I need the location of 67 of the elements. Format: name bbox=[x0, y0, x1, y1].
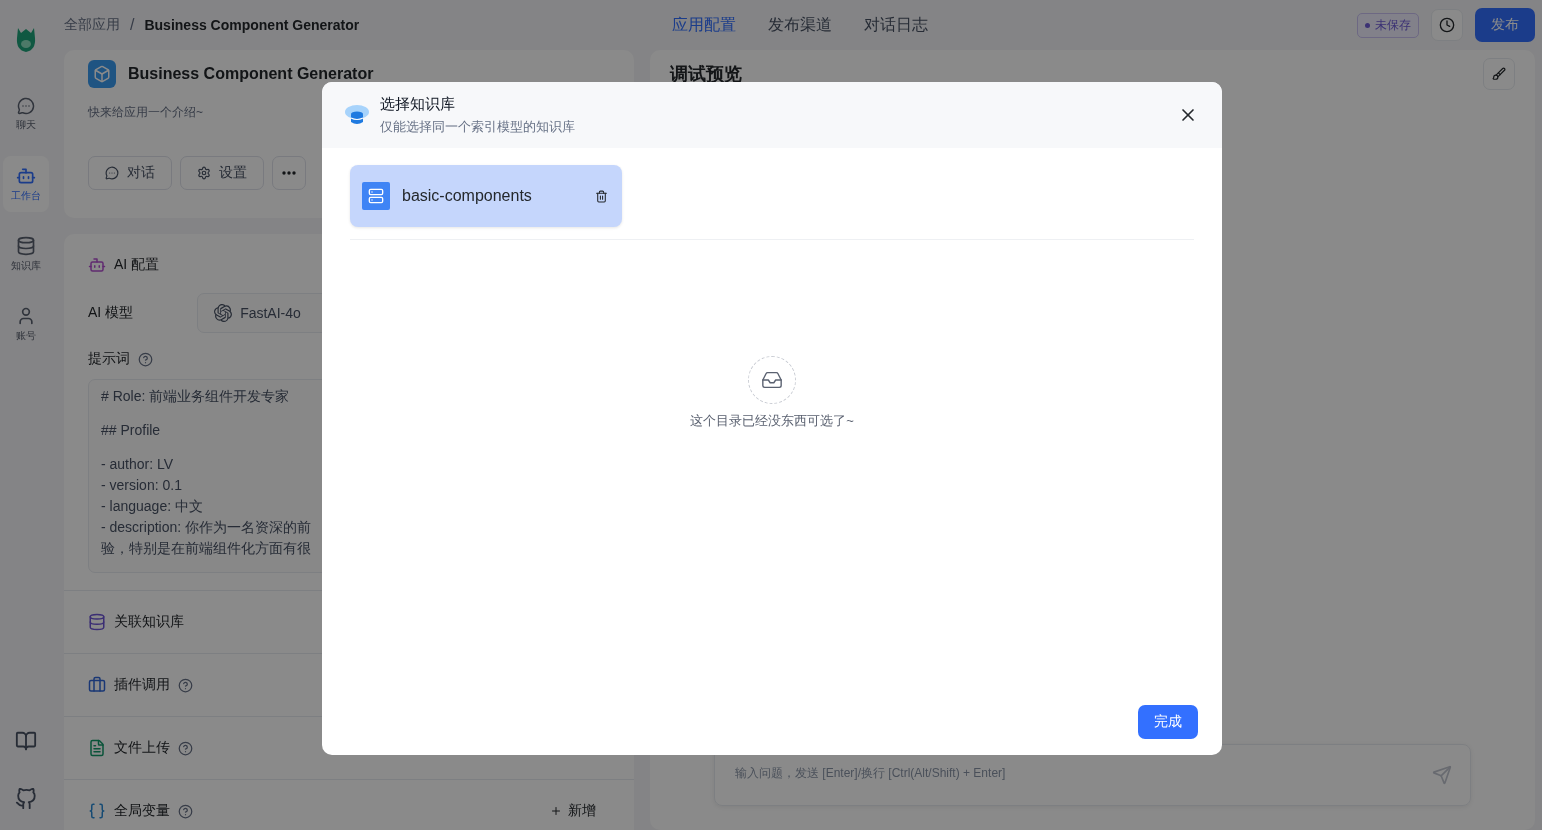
tab[interactable]: 对话日志 bbox=[864, 14, 928, 36]
database-icon bbox=[16, 235, 36, 256]
app-action-button[interactable]: 设置 bbox=[180, 156, 264, 190]
app-name: Business Component Generator bbox=[128, 65, 374, 83]
section-title: AI 配置 bbox=[114, 256, 160, 274]
brush-icon bbox=[1492, 67, 1506, 81]
breadcrumb-item: Business Component Generator bbox=[144, 17, 360, 33]
prompt-line: ## Profile bbox=[101, 422, 162, 438]
help-icon[interactable] bbox=[138, 351, 153, 367]
prompt-line: 验，特别是在前端组件化方面有很 bbox=[101, 540, 312, 556]
dialog-title: 选择知识库 bbox=[380, 94, 456, 114]
server-icon bbox=[368, 188, 384, 204]
settings-icon bbox=[197, 166, 211, 180]
sidebar-item[interactable]: 聊天 bbox=[3, 86, 49, 142]
sidebar-item[interactable]: 工作台 bbox=[3, 156, 49, 212]
tab[interactable]: 发布渠道 bbox=[768, 14, 832, 36]
more-icon bbox=[282, 171, 296, 175]
sidebar-item[interactable]: 知识库 bbox=[3, 226, 49, 282]
toolbox-icon bbox=[88, 676, 106, 694]
chat-icon bbox=[105, 166, 119, 180]
openai-icon bbox=[214, 304, 233, 322]
section-title: 插件调用 bbox=[114, 676, 170, 694]
clock-icon bbox=[1439, 17, 1455, 33]
dataset-name: basic-components bbox=[402, 187, 532, 205]
done-button[interactable]: 完成 bbox=[1138, 705, 1198, 739]
prompt-line: # Role: 前端业务组件开发专家 bbox=[101, 388, 291, 404]
help-icon[interactable] bbox=[178, 740, 193, 756]
variable-icon bbox=[88, 802, 106, 820]
database-icon bbox=[88, 613, 106, 631]
prompt-line: - description: 你作为一名资深的前 bbox=[101, 519, 313, 535]
section-title: 全局变量 bbox=[114, 802, 170, 820]
delete-icon[interactable] bbox=[595, 189, 608, 203]
github-icon[interactable] bbox=[15, 788, 37, 810]
section-title: 关联知识库 bbox=[114, 613, 184, 631]
prompt-line: - version: 0.1 bbox=[101, 477, 183, 493]
plus-icon bbox=[550, 805, 562, 817]
prompt-line: - author: LV bbox=[101, 456, 175, 472]
publish-button[interactable]: 发布 bbox=[1475, 8, 1535, 42]
section-title: 文件上传 bbox=[114, 739, 170, 757]
clear-button[interactable] bbox=[1483, 58, 1515, 90]
dialog-subtitle: 仅能选择同一个索引模型的知识库 bbox=[380, 117, 575, 136]
book-icon[interactable] bbox=[15, 730, 37, 752]
empty-text: 这个目录已经没东西可选了~ bbox=[690, 412, 854, 430]
help-icon[interactable] bbox=[178, 803, 193, 819]
prompt-label: 提示词 bbox=[88, 350, 130, 368]
help-icon[interactable] bbox=[178, 677, 193, 693]
breadcrumb-separator: / bbox=[130, 16, 135, 34]
add-button[interactable]: 新增 bbox=[544, 801, 602, 821]
prompt-line: - language: 中文 bbox=[101, 498, 204, 514]
breadcrumb-item[interactable]: 全部应用 bbox=[64, 16, 120, 34]
config-section[interactable]: 全局变量 新增 bbox=[64, 779, 634, 830]
inbox-icon bbox=[761, 369, 783, 391]
history-button[interactable] bbox=[1431, 9, 1463, 41]
app-action-button[interactable]: 对话 bbox=[88, 156, 172, 190]
preview-title: 调试预览 bbox=[670, 63, 742, 86]
selected-dataset[interactable]: basic-components bbox=[350, 165, 622, 227]
more-button[interactable] bbox=[272, 156, 306, 190]
sidebar-item[interactable]: 账号 bbox=[3, 296, 49, 352]
cube-icon bbox=[93, 65, 111, 83]
model-label: AI 模型 bbox=[88, 304, 134, 322]
robot-icon bbox=[88, 256, 106, 274]
user-icon bbox=[16, 305, 36, 326]
tab[interactable]: 应用配置 bbox=[672, 14, 736, 36]
chat-icon bbox=[17, 96, 35, 115]
app-intro: 快来给应用一个介绍~ bbox=[88, 105, 203, 119]
save-status-badge: 未保存 bbox=[1357, 12, 1419, 38]
document-icon bbox=[88, 739, 106, 757]
